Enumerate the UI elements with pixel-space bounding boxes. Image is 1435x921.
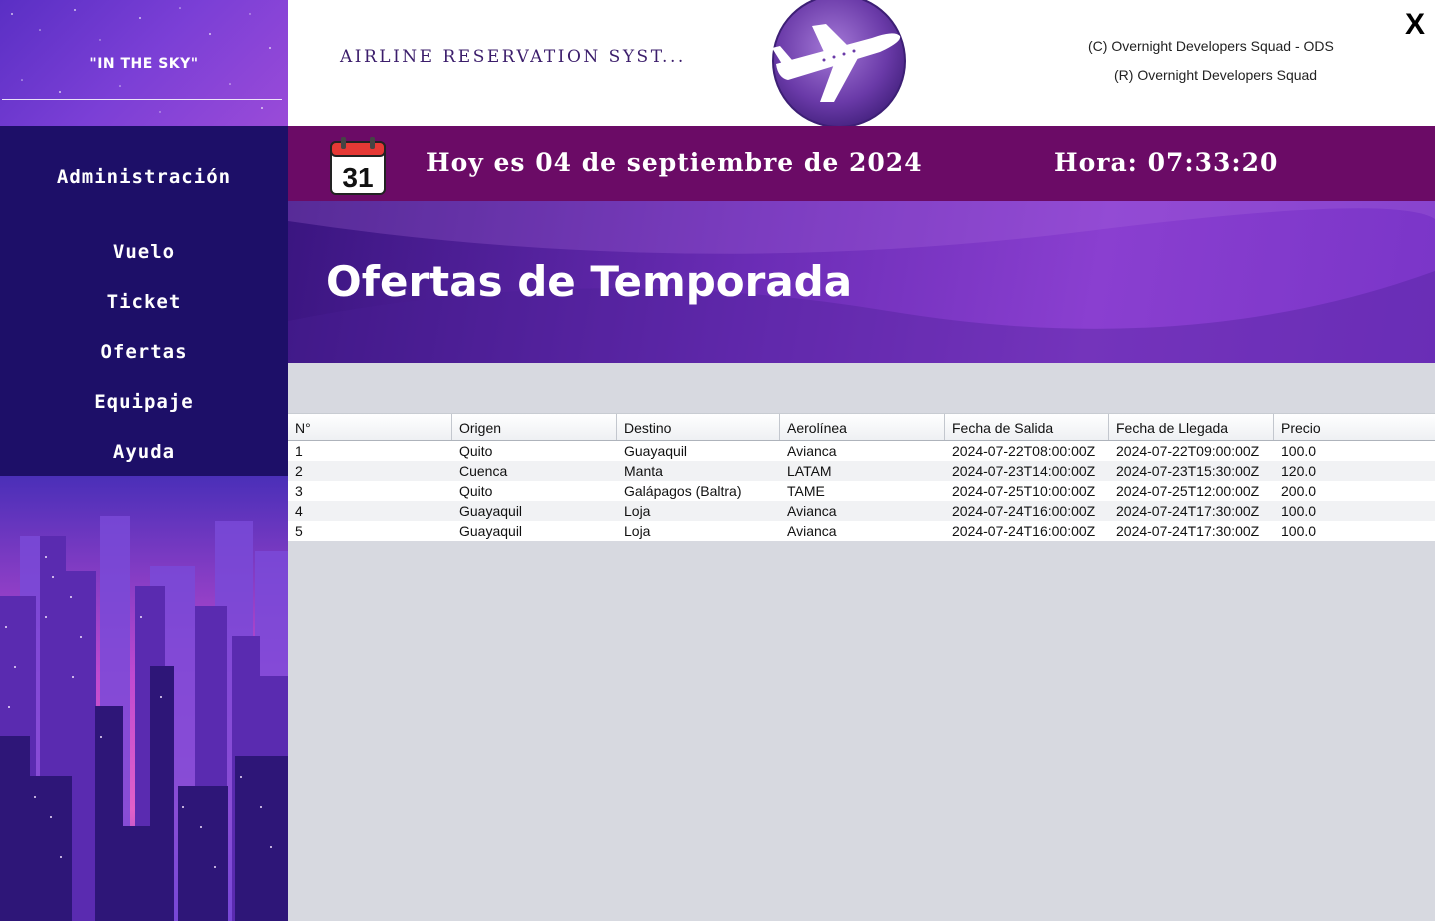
column-header-origen[interactable]: Origen [452, 414, 617, 440]
table-row[interactable]: 2 Cuenca Manta LATAM 2024-07-23T14:00:00… [288, 461, 1435, 481]
airplane-icon [772, 0, 906, 126]
app-header: AIRLINE RESERVATION SYST... (C) Overnigh… [288, 0, 1435, 126]
calendar-day: 31 [342, 162, 373, 193]
sidebar-item-equipaje[interactable]: Equipaje [0, 391, 288, 413]
cell-fecha-llegada: 2024-07-25T12:00:00Z [1116, 483, 1260, 499]
cell-fecha-llegada: 2024-07-24T17:30:00Z [1116, 503, 1260, 519]
cell-numero: 5 [295, 523, 303, 539]
cell-destino: Manta [624, 463, 663, 479]
cell-origen: Cuenca [459, 463, 508, 479]
cell-precio: 120.0 [1281, 463, 1317, 479]
sidebar-item-ofertas[interactable]: Ofertas [0, 341, 288, 363]
brand-divider [2, 99, 282, 100]
city-skyline-illustration [0, 476, 288, 921]
table-row[interactable]: 3 Quito Galápagos (Baltra) TAME 2024-07-… [288, 481, 1435, 501]
cell-origen: Guayaquil [459, 503, 523, 519]
cell-destino: Loja [624, 523, 651, 539]
current-date: Hoy es 04 de septiembre de 2024 [426, 148, 923, 177]
cell-fecha-llegada: 2024-07-23T15:30:00Z [1116, 463, 1260, 479]
sidebar-item-administracion[interactable]: Administración [0, 166, 288, 188]
registered-credit: (R) Overnight Developers Squad [1114, 67, 1318, 83]
table-row[interactable]: 4 Guayaquil Loja Avianca 2024-07-24T16:0… [288, 501, 1435, 521]
sidebar: "IN THE SKY" Administración Vuelo Ticket… [0, 0, 288, 921]
cell-aerolinea: Avianca [787, 503, 837, 519]
current-time: Hora: 07:33:20 [1054, 148, 1279, 177]
close-button[interactable]: X [1402, 8, 1428, 44]
cell-precio: 100.0 [1281, 443, 1317, 459]
cell-origen: Quito [459, 443, 493, 459]
column-header-numero[interactable]: N° [288, 414, 452, 440]
cell-precio: 200.0 [1281, 483, 1317, 499]
cell-fecha-salida: 2024-07-24T16:00:00Z [952, 503, 1096, 519]
table-row[interactable]: 5 Guayaquil Loja Avianca 2024-07-24T16:0… [288, 521, 1435, 541]
cell-destino: Guayaquil [624, 443, 688, 459]
column-header-precio[interactable]: Precio [1274, 414, 1435, 440]
cell-fecha-salida: 2024-07-23T14:00:00Z [952, 463, 1096, 479]
offers-table[interactable]: N° Origen Destino Aerolínea Fecha de Sal… [288, 413, 1435, 541]
column-header-fecha-salida[interactable]: Fecha de Salida [945, 414, 1109, 440]
brand-title: "IN THE SKY" [89, 56, 199, 72]
table-header: N° Origen Destino Aerolínea Fecha de Sal… [288, 413, 1435, 441]
table-row[interactable]: 1 Quito Guayaquil Avianca 2024-07-22T08:… [288, 441, 1435, 461]
page-banner: Ofertas de Temporada [288, 201, 1435, 363]
table-body: 1 Quito Guayaquil Avianca 2024-07-22T08:… [288, 441, 1435, 541]
cell-numero: 2 [295, 463, 303, 479]
cell-precio: 100.0 [1281, 503, 1317, 519]
app-title: AIRLINE RESERVATION SYST... [340, 47, 686, 67]
cell-numero: 3 [295, 483, 303, 499]
cell-origen: Guayaquil [459, 523, 523, 539]
sidebar-item-ayuda[interactable]: Ayuda [0, 441, 288, 463]
cell-fecha-salida: 2024-07-22T08:00:00Z [952, 443, 1096, 459]
date-time-bar: 31 Hoy es 04 de septiembre de 2024 Hora:… [288, 126, 1435, 201]
cell-destino: Loja [624, 503, 651, 519]
calendar-icon: 31 [330, 137, 386, 195]
offers-content-area: N° Origen Destino Aerolínea Fecha de Sal… [288, 363, 1435, 921]
sidebar-item-ticket[interactable]: Ticket [0, 291, 288, 313]
cell-destino: Galápagos (Baltra) [624, 483, 742, 499]
cell-fecha-salida: 2024-07-24T16:00:00Z [952, 523, 1096, 539]
cell-origen: Quito [459, 483, 493, 499]
cell-aerolinea: LATAM [787, 463, 832, 479]
cell-numero: 1 [295, 443, 303, 459]
copyright-credit: (C) Overnight Developers Squad - ODS [1088, 38, 1334, 54]
column-header-destino[interactable]: Destino [617, 414, 780, 440]
cell-fecha-llegada: 2024-07-24T17:30:00Z [1116, 523, 1260, 539]
cell-fecha-llegada: 2024-07-22T09:00:00Z [1116, 443, 1260, 459]
cell-aerolinea: Avianca [787, 443, 837, 459]
sidebar-item-vuelo[interactable]: Vuelo [0, 241, 288, 263]
cell-precio: 100.0 [1281, 523, 1317, 539]
cell-aerolinea: TAME [787, 483, 825, 499]
page-title: Ofertas de Temporada [326, 257, 853, 306]
brand-panel: "IN THE SKY" [0, 0, 288, 126]
sidebar-nav: Administración Vuelo Ticket Ofertas Equi… [0, 126, 288, 476]
cell-aerolinea: Avianca [787, 523, 837, 539]
column-header-aerolinea[interactable]: Aerolínea [780, 414, 945, 440]
cell-fecha-salida: 2024-07-25T10:00:00Z [952, 483, 1096, 499]
column-header-fecha-llegada[interactable]: Fecha de Llegada [1109, 414, 1274, 440]
cell-numero: 4 [295, 503, 303, 519]
